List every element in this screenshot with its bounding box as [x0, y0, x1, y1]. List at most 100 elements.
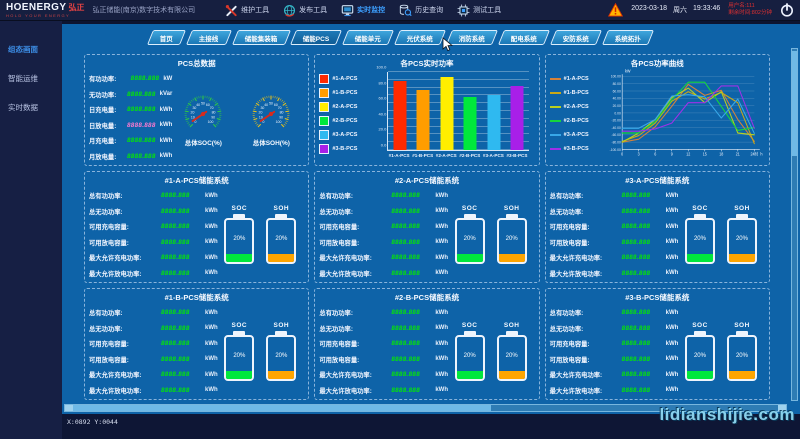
svg-text:-100.00: -100.00	[609, 148, 620, 152]
alarm-warning-icon[interactable]	[608, 3, 623, 17]
data-row-value: 8888.888	[391, 239, 431, 246]
data-row: 最大允许放电功率:8888.888kWh	[89, 269, 222, 278]
grid-line	[388, 133, 528, 134]
data-row: 可用放电容量:8888.888kWh	[550, 355, 683, 364]
battery-percent-text: 20%	[499, 353, 525, 359]
date-text: 2023-03-18	[631, 5, 667, 15]
svg-text:20.00: 20.00	[612, 104, 620, 108]
soh-label: SOH	[274, 322, 290, 329]
soc-label: SOC	[232, 322, 248, 329]
data-row: 最大允许放电功率:8888.888kWh	[550, 386, 683, 395]
pcs-unit-panel-1: #1-A-PCS储能系统总有功功率:8888.888kWh总无功功率:8888.…	[84, 171, 309, 283]
tab-2[interactable]: 主接线	[186, 30, 232, 45]
pcs-unit-panel-5: #2-B-PCS储能系统总有功功率:8888.888kWh总无功功率:8888.…	[314, 288, 539, 400]
tab-5[interactable]: 储能单元	[342, 30, 394, 45]
tab-7[interactable]: 消防系统	[446, 30, 498, 45]
legend-swatch	[319, 130, 329, 140]
sidebar-item-2[interactable]: 智能运维	[0, 64, 62, 93]
battery-percent-text: 20%	[687, 236, 713, 242]
toolbar-item-3[interactable]: 实时监控	[341, 4, 385, 17]
soh-label: SOH	[274, 205, 290, 212]
toolbar-item-2[interactable]: 发布工具	[283, 4, 327, 17]
tab-1[interactable]: 首页	[147, 30, 186, 45]
data-row-value: 8888.888	[622, 239, 662, 246]
svg-text:40: 40	[265, 102, 269, 106]
svg-text:h: h	[760, 151, 763, 156]
data-row-unit: kWh	[205, 270, 218, 276]
grid-line	[388, 79, 528, 80]
data-row: 日放电量:8888.888kWh	[89, 121, 172, 130]
data-row-label: 最大允许放电功率:	[550, 386, 622, 395]
data-row-unit: kWh	[435, 255, 448, 261]
legend-item: #1-A-PCS	[319, 74, 370, 84]
tab-9[interactable]: 安防系统	[550, 30, 602, 45]
unit-data-rows: 总有功功率:8888.888kWh总无功功率:8888.888kWh可用充电容量…	[319, 305, 452, 398]
toolbar-item-5[interactable]: 测试工具	[457, 4, 501, 17]
tab-8[interactable]: 配电系统	[498, 30, 550, 45]
data-row-unit: kW	[163, 76, 172, 82]
vertical-scroll-thumb[interactable]	[792, 51, 797, 156]
data-row-unit: kWh	[205, 193, 218, 199]
horizontal-scroll-thumb[interactable]	[73, 405, 491, 411]
sidebar-item-3[interactable]: 实时数据	[0, 93, 62, 122]
pcs-total-rows: 有功功率:8888.888kW无功功率:8888.888kVar日充电量:888…	[89, 71, 172, 164]
data-row-unit: kWh	[435, 325, 448, 331]
tab-label: 储能单元	[355, 33, 381, 43]
svg-text:9: 9	[670, 151, 672, 156]
legend-swatch	[550, 134, 561, 136]
toolbar-item-label: 历史查询	[415, 5, 443, 15]
toolbar-item-4[interactable]: 历史查询	[399, 4, 443, 17]
battery-body: 20%	[497, 335, 527, 381]
panel-title: #3-A-PCS储能系统	[550, 175, 765, 186]
data-row-unit: kWh	[435, 208, 448, 214]
tab-6[interactable]: 光伏系统	[394, 30, 446, 45]
tab-4[interactable]: 储能PCS	[290, 30, 342, 45]
battery-block: SOC20%SOH20%	[453, 305, 535, 398]
svg-text:21: 21	[735, 151, 739, 156]
soh-gauge-dial: 0102030405060708090100	[240, 89, 302, 139]
grid-line	[388, 87, 528, 88]
vertical-scrollbar[interactable]	[791, 48, 798, 401]
svg-text:60.00: 60.00	[612, 89, 620, 93]
data-row: 最大允许充电功率:8888.888kWh	[319, 370, 452, 379]
power-button[interactable]	[780, 3, 794, 17]
svg-text:100: 100	[276, 119, 282, 123]
data-row-unit: kWh	[666, 310, 679, 316]
data-row-unit: kWh	[666, 208, 679, 214]
legend-swatch	[550, 120, 561, 122]
toolbar-item-1[interactable]: 维护工具	[225, 4, 269, 17]
data-row-label: 最大允许充电功率:	[319, 370, 391, 379]
data-row: 总无功功率:8888.888kWh	[319, 324, 452, 333]
main-area: 组态画面智能运维实时数据 首页 主接线 储能集装箱储能PCS 储能单元 光伏系统消防系统…	[0, 21, 800, 439]
data-row-value: 8888.888	[622, 371, 662, 378]
grid-line	[388, 126, 528, 127]
grid-line	[388, 118, 528, 119]
data-row: 最大允许充电功率:8888.888kWh	[89, 370, 222, 379]
tab-label: 主接线	[199, 33, 219, 43]
x-tick-label: #3-A-PCS	[482, 153, 506, 162]
data-row-label: 总有功功率:	[550, 191, 622, 200]
data-row-value: 8888.888	[391, 356, 431, 363]
tab-3[interactable]: 储能集装箱	[231, 30, 290, 45]
svg-text:100.00: 100.00	[610, 75, 620, 79]
tab-10[interactable]: 系统拓扑	[602, 30, 654, 45]
scroll-left-arrow[interactable]	[65, 405, 73, 411]
grid-line	[388, 110, 528, 111]
data-row-value: 8888.888	[622, 387, 662, 394]
data-row: 最大允许充电功率:8888.888kWh	[319, 253, 452, 262]
battery-percent-text: 20%	[729, 353, 755, 359]
data-row-label: 最大允许充电功率:	[89, 370, 161, 379]
pcs-unit-panel-2: #2-A-PCS储能系统总有功功率:8888.888kWh总无功功率:8888.…	[314, 171, 539, 283]
data-row-label: 可用充电容量:	[319, 222, 391, 231]
data-row-label: 可用充电容量:	[89, 339, 161, 348]
data-row-label: 月放电量:	[89, 152, 127, 161]
battery-block: SOC20%SOH20%	[453, 188, 535, 281]
data-row-value: 8888.888	[622, 192, 662, 199]
data-row-value: 8888.888	[391, 387, 431, 394]
legend-label: #3-A-PCS	[332, 132, 357, 138]
unit-panel-body: 总有功功率:8888.888kWh总无功功率:8888.888kWh可用充电容量…	[89, 188, 304, 281]
data-row: 可用充电容量:8888.888kWh	[550, 339, 683, 348]
soh-battery: SOH20%	[727, 322, 757, 381]
data-row-value: 8888.888	[622, 325, 662, 332]
sidebar-item-1[interactable]: 组态画面	[0, 35, 62, 64]
